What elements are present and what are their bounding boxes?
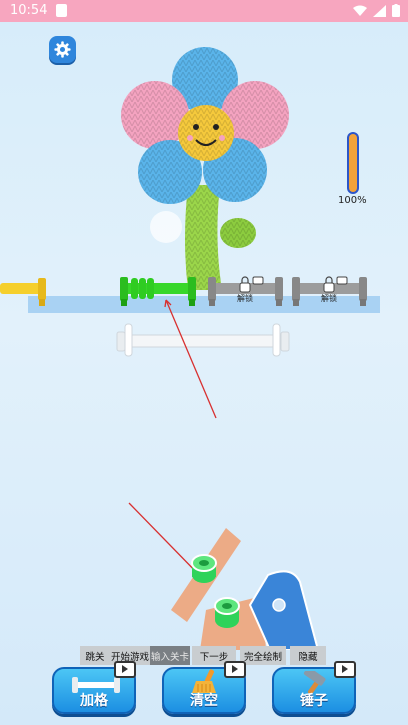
board-area [171, 528, 320, 650]
video-ad-icon [334, 661, 356, 678]
video-ad-icon [114, 661, 136, 678]
add-slot-button[interactable]: 加格 [52, 661, 136, 714]
add-slot-label: 加格 [80, 693, 108, 709]
level-input[interactable]: 输入关卡 [150, 646, 190, 665]
clear-label: 清空 [190, 693, 218, 709]
video-ad-icon [224, 661, 246, 678]
hide-button[interactable]: 隐藏 [290, 646, 326, 665]
hammer-button[interactable]: 锤子 [272, 661, 356, 714]
skip-level-button[interactable]: 跳关 [80, 646, 110, 665]
hammer-label: 锤子 [300, 693, 328, 709]
full-draw-button[interactable]: 完全绘制 [240, 646, 286, 665]
yarn-spool-2[interactable] [214, 597, 240, 628]
clear-button[interactable]: 清空 [162, 661, 246, 714]
yarn-spool-1[interactable] [191, 554, 217, 583]
